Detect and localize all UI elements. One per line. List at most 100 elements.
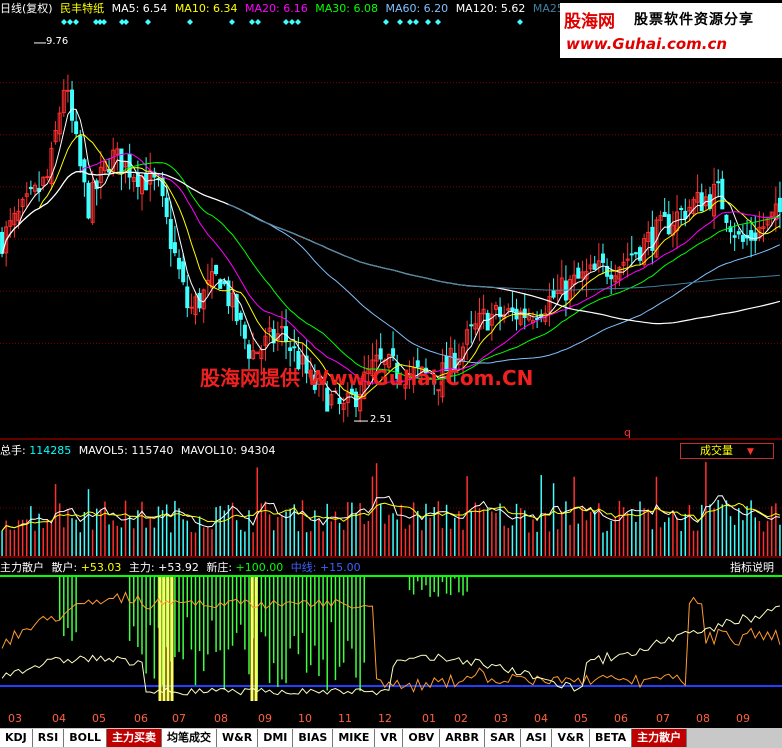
signal-diamond-icon	[187, 19, 193, 25]
signal-diamond-icon	[397, 19, 403, 25]
tab-item[interactable]: MIKE	[333, 729, 376, 747]
indicator-header: 主力散户 散户: +53.03 主力: +53.92 新庄: +100.00 中…	[0, 559, 365, 577]
candle-body	[65, 89, 70, 92]
tab-item[interactable]: BOLL	[64, 729, 108, 747]
mavol5-line	[1, 495, 780, 532]
indicator-selector[interactable]: 成交量 ▼	[680, 443, 774, 459]
candle-body	[177, 257, 182, 270]
indicator-panel[interactable]: 主力散户 散户: +53.03 主力: +53.92 新庄: +100.00 中…	[0, 558, 782, 712]
candle-body	[189, 306, 194, 309]
candle-body	[699, 192, 704, 212]
tab-item[interactable]: DMI	[258, 729, 294, 747]
period-label[interactable]: 日线(复权)	[0, 2, 53, 15]
candle-body	[716, 181, 721, 184]
indicator-help-link[interactable]: 指标说明	[730, 559, 774, 575]
price-chart-panel[interactable]: 日线(复权) 民丰特纸 MA5: 6.54 MA10: 6.34 MA20: 6…	[0, 0, 782, 440]
ma30-line	[1, 162, 780, 380]
x-axis-label: 02	[454, 712, 468, 725]
x-axis-label: 05	[92, 712, 106, 725]
dropdown-arrow-icon: ▼	[747, 447, 754, 457]
candle-body	[576, 267, 581, 279]
zhuli-label: 主力:	[128, 561, 159, 574]
candle-body	[592, 263, 597, 270]
candle-body	[214, 264, 219, 275]
low-price-label: 2.51	[370, 414, 393, 425]
ma250-line	[228, 203, 780, 291]
candle-body	[740, 235, 745, 242]
candle-body	[720, 178, 725, 210]
signal-diamond-icon	[295, 19, 301, 25]
candle-body	[292, 346, 297, 349]
x-axis-label: 04	[52, 712, 66, 725]
high-price-label: 9.76	[46, 36, 69, 47]
tab-item[interactable]: W&R	[217, 729, 259, 747]
x-axis-label: 07	[656, 712, 670, 725]
candle-body	[662, 211, 667, 217]
candle-body	[185, 286, 190, 309]
mavol10-value: MAVOL10: 94304	[180, 444, 276, 457]
x-axis-label: 06	[614, 712, 628, 725]
sanhu-label: 散户:	[51, 561, 81, 574]
selector-label: 成交量	[700, 444, 734, 457]
signal-diamond-icon	[73, 19, 79, 25]
tab-item[interactable]: VR	[375, 729, 404, 747]
total-label: 总手:	[0, 444, 30, 457]
tab-item[interactable]: 主力买卖	[107, 729, 163, 747]
signal-diamond-icon	[101, 19, 107, 25]
tab-item[interactable]: BIAS	[293, 729, 334, 747]
signal-marker: q	[624, 426, 631, 439]
candle-body	[485, 312, 490, 331]
candle-body	[238, 312, 243, 320]
zhuli-line	[1, 605, 780, 696]
brand-slogan: 股票软件资源分享	[634, 12, 754, 28]
zhuli-value: +53.92	[158, 561, 199, 574]
tab-item[interactable]: 均笔成交	[162, 729, 218, 747]
tab-item[interactable]: ASI	[520, 729, 553, 747]
volume-panel[interactable]: 总手: 114285 MAVOL5: 115740 MAVOL10: 94304…	[0, 440, 782, 558]
signal-diamond-icon	[435, 19, 441, 25]
candle-body	[74, 121, 79, 135]
signal-diamond-icon	[413, 19, 419, 25]
candle-body	[86, 182, 91, 219]
candle-body	[633, 252, 638, 255]
candle-body	[510, 307, 515, 312]
x-axis-label: 03	[8, 712, 22, 725]
ma60-value: MA60: 6.20	[385, 2, 449, 15]
mavol10-line	[1, 502, 781, 532]
candle-body	[629, 253, 634, 256]
tab-item[interactable]: BETA	[590, 729, 633, 747]
candle-body	[288, 347, 293, 352]
candle-body	[732, 235, 737, 238]
signal-diamond-icon	[249, 19, 255, 25]
indicator-chart[interactable]	[0, 558, 782, 712]
ma10-line	[1, 134, 781, 398]
x-axis-label: 08	[214, 712, 228, 725]
candle-body	[337, 397, 342, 405]
tab-item[interactable]: RSI	[32, 729, 65, 747]
signal-diamond-icon	[61, 19, 67, 25]
candle-body	[469, 324, 474, 327]
tab-item[interactable]: SAR	[485, 729, 521, 747]
x-axis-label: 10	[298, 712, 312, 725]
x-axis-label: 01	[422, 712, 436, 725]
ma20-value: MA20: 6.16	[245, 2, 308, 15]
indicator-tabs: KDJ RSI BOLL 主力买卖 均笔成交 W&R DMI BIAS MIKE VR OBV ARB…	[0, 728, 782, 748]
x-axis-label: 11	[338, 712, 352, 725]
mavol5-value: MAVOL5: 115740	[78, 444, 174, 457]
tab-item[interactable]: ARBR	[440, 729, 486, 747]
x-axis-label: 03	[494, 712, 508, 725]
candle-body	[679, 208, 684, 211]
x-axis-label: 09	[258, 712, 272, 725]
signal-diamond-icon	[145, 19, 151, 25]
x-axis-label: 06	[134, 712, 148, 725]
time-axis: 03 04 05 06 07 08 09 10 11 12 01 02 03 04 05 06 07 08 09	[0, 712, 782, 728]
candle-body	[551, 290, 556, 298]
tab-item[interactable]: V&R	[552, 729, 591, 747]
xinzhuang-value: +100.00	[235, 561, 284, 574]
tab-item[interactable]: 主力散户	[632, 729, 688, 747]
sanhu-value: +53.03	[80, 561, 122, 574]
tab-item[interactable]: KDJ	[0, 729, 33, 747]
signal-diamond-icon	[425, 19, 431, 25]
signal-diamond-icon	[255, 19, 261, 25]
tab-item[interactable]: OBV	[403, 729, 441, 747]
